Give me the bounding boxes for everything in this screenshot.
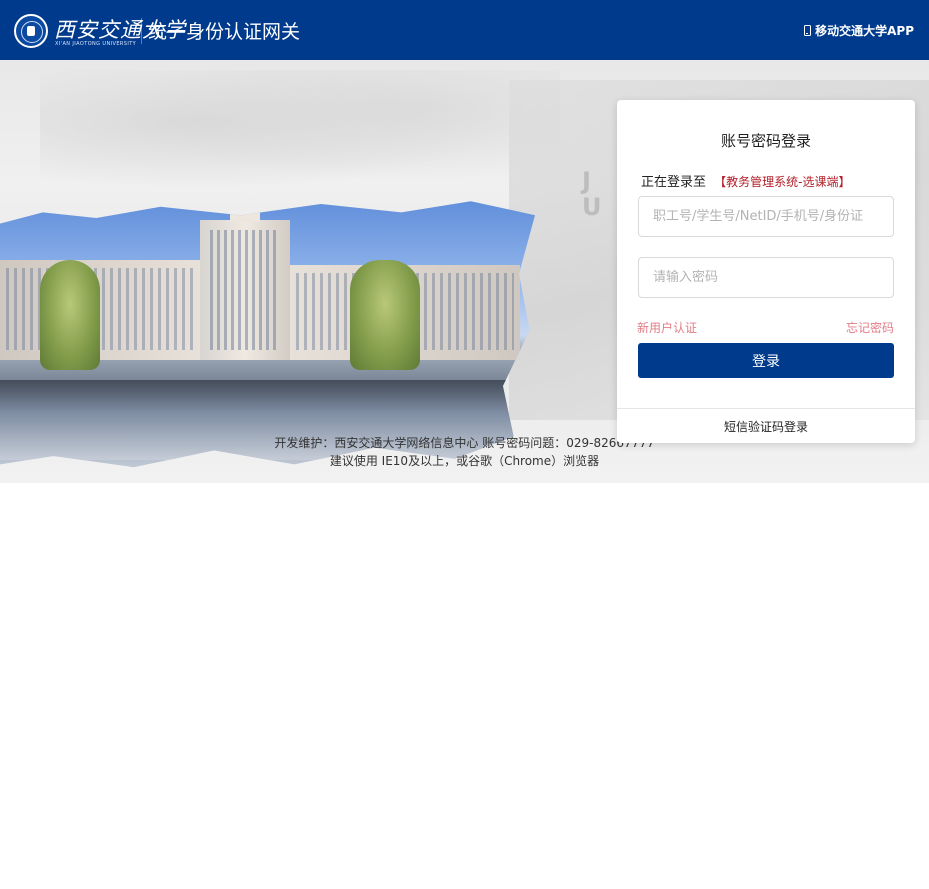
card-divider [617,408,915,409]
login-card: 账号密码登录 正在登录至 【教务管理系统-选课端】 新用户认证 忘记密码 登录 … [617,100,915,443]
page-title: 统一身份认证网关 [148,21,301,43]
tree-left [40,260,100,370]
hero-tree-silhouette [40,70,560,200]
hero-background-letters: J U [582,167,602,221]
tree-right [350,260,420,370]
login-button[interactable]: 登录 [638,343,894,378]
building-left-wing [0,260,200,360]
mobile-app-label: 移动交通大学APP [815,24,914,38]
logging-target-system: 【教务管理系统-选课端】 [714,175,851,189]
university-seal-logo [14,14,48,48]
new-user-link[interactable]: 新用户认证 [637,319,697,336]
building-main-tower [200,201,290,360]
logging-target-row: 正在登录至 【教务管理系统-选课端】 [641,171,851,190]
mobile-app-link[interactable]: 移动交通大学APP [804,22,914,39]
username-input[interactable] [638,196,894,237]
top-bar: 西安交通大学 XI'AN JIAOTONG UNIVERSITY 统一身份认证网… [0,0,929,60]
phone-icon [804,25,812,36]
password-input[interactable] [638,257,894,298]
header-divider [141,18,142,44]
footer-browser-advice: 建议使用 IE10及以上，或谷歌（Chrome）浏览器 [329,454,600,468]
university-logo-subtext: XI'AN JIAOTONG UNIVERSITY [55,41,137,47]
campus-photo [0,201,535,468]
forgot-password-link[interactable]: 忘记密码 [846,319,894,336]
logging-prefix: 正在登录至 [641,175,707,190]
sms-login-link[interactable]: 短信验证码登录 [617,418,915,435]
login-card-title: 账号密码登录 [720,132,811,150]
